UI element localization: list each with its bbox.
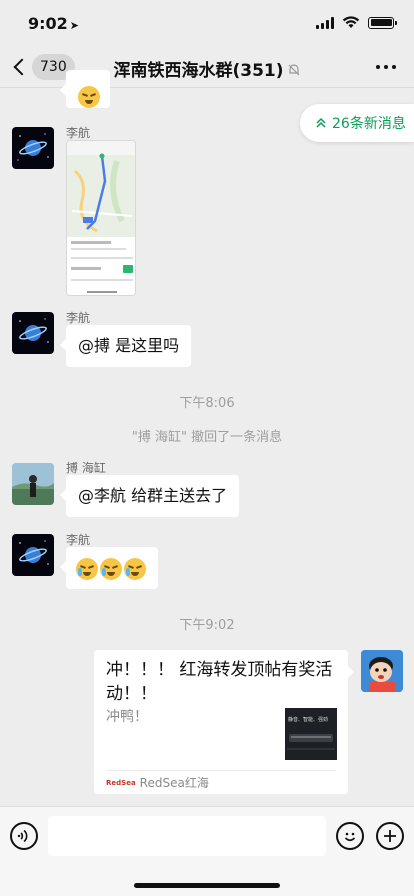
voice-button[interactable] bbox=[10, 822, 38, 850]
redsea-logo-icon: RedSea bbox=[106, 778, 136, 787]
message-input[interactable] bbox=[48, 816, 326, 856]
link-card-message[interactable]: 冲！！！ 红海转发顶帖有奖活动！！ 冲鸭！ 静音、智能、强劲 RedSea Re… bbox=[94, 650, 354, 794]
avatar[interactable] bbox=[12, 463, 54, 505]
more-button[interactable] bbox=[376, 65, 396, 69]
self-avatar[interactable] bbox=[361, 650, 403, 692]
map-route-image bbox=[67, 141, 135, 295]
link-card-description: 冲鸭！ bbox=[106, 709, 148, 725]
sender-name: 李航 bbox=[66, 311, 91, 325]
sender-name: 李航 bbox=[66, 126, 91, 140]
crying-laughing-emoji-icon bbox=[76, 557, 98, 580]
status-bar: 9:02 ➤ bbox=[0, 0, 414, 46]
ellipsis-icon bbox=[376, 65, 380, 69]
smiley-icon bbox=[344, 832, 356, 842]
emoji-button[interactable] bbox=[336, 822, 364, 850]
message-bubble[interactable]: @李航 给群主送去了 bbox=[59, 475, 240, 517]
new-messages-button[interactable]: 26条新消息 bbox=[300, 104, 414, 142]
avatar[interactable] bbox=[12, 312, 54, 354]
link-card-thumbnail: 静音、智能、强劲 bbox=[285, 708, 337, 760]
link-card-source: RedSea RedSea红海 bbox=[106, 774, 209, 791]
divider bbox=[106, 770, 336, 771]
clock: 9:02 bbox=[28, 14, 68, 33]
chat-title: 浑南铁西海水群(351) bbox=[0, 56, 414, 81]
bell-slash-icon bbox=[288, 64, 299, 76]
new-messages-label: 26条新消息 bbox=[332, 116, 406, 132]
planet-avatar-icon bbox=[17, 133, 49, 161]
message-bubble[interactable]: @搏 是这里吗 bbox=[59, 325, 192, 367]
plus-button[interactable] bbox=[376, 822, 404, 850]
chat-header: 730 浑南铁西海水群(351) bbox=[0, 46, 414, 88]
thumbnail-caption: 静音、智能、强劲 bbox=[288, 717, 329, 723]
system-message: "搏 海缸" 撤回了一条消息 bbox=[131, 430, 283, 445]
voice-icon bbox=[17, 829, 28, 843]
sender-name: 李航 bbox=[66, 533, 91, 547]
timestamp: 下午8:06 bbox=[179, 396, 235, 411]
crying-laughing-emoji-icon bbox=[124, 557, 146, 580]
signal-icon bbox=[316, 16, 334, 29]
emoji-message-bubble[interactable] bbox=[60, 547, 158, 589]
sender-name: 搏 海缸 bbox=[66, 461, 106, 475]
emoji-icon bbox=[78, 86, 100, 108]
cartoon-avatar-icon bbox=[361, 650, 403, 692]
message-bubble[interactable] bbox=[60, 70, 110, 108]
status-time: 9:02 ➤ bbox=[28, 14, 79, 33]
wifi-icon bbox=[342, 16, 360, 28]
link-card-title: 冲！！！ 红海转发顶帖有奖活动！！ bbox=[106, 660, 333, 704]
group-name: 浑南铁西海水群(351) bbox=[113, 61, 284, 81]
status-icons bbox=[316, 16, 397, 29]
plus-icon bbox=[384, 830, 396, 842]
person-photo-avatar bbox=[12, 463, 54, 505]
avatar[interactable] bbox=[12, 127, 54, 169]
location-arrow-icon: ➤ bbox=[69, 19, 80, 32]
timestamp: 下午9:02 bbox=[179, 618, 235, 633]
battery-icon bbox=[368, 16, 397, 29]
home-indicator bbox=[134, 883, 280, 888]
map-image-message[interactable] bbox=[66, 140, 136, 296]
link-card-source-name: RedSea红海 bbox=[139, 776, 209, 790]
planet-avatar-icon bbox=[19, 318, 49, 343]
avatar[interactable] bbox=[12, 534, 54, 576]
planet-avatar-icon bbox=[19, 540, 49, 565]
crying-laughing-emoji-icon bbox=[100, 557, 122, 580]
input-bar bbox=[0, 806, 414, 896]
double-chevron-up-icon bbox=[316, 117, 326, 128]
